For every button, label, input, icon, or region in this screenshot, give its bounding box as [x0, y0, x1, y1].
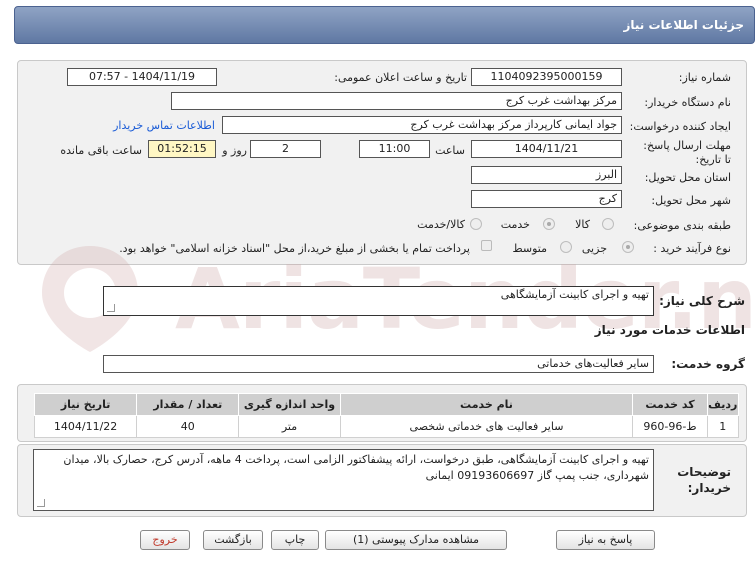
- process-radio-medium[interactable]: [560, 241, 572, 253]
- table-row: 1 ط-96-960 سایر فعالیت های خدماتی شخصی م…: [33, 415, 739, 438]
- cell-quantity: 40: [136, 415, 240, 438]
- province-label: استان محل تحویل:: [644, 171, 731, 184]
- process-option-medium: متوسط: [512, 242, 547, 255]
- cell-service-code: ط-96-960: [632, 415, 708, 438]
- col-unit: واحد اندازه گیری: [238, 393, 341, 416]
- page-header: جزئیات اطلاعات نیاز: [14, 6, 755, 44]
- summary-resize-handle[interactable]: [107, 304, 115, 312]
- col-quantity: تعداد / مقدار: [136, 393, 240, 416]
- services-table: ردیف کد خدمت نام خدمت واحد اندازه گیری ت…: [33, 393, 739, 438]
- category-option-service: خدمت: [500, 218, 530, 231]
- category-radio-goods[interactable]: [602, 218, 614, 230]
- creator-label: ایجاد کننده درخواست:: [629, 120, 731, 133]
- col-need-date: تاریخ نیاز: [33, 393, 138, 416]
- reply-button[interactable]: پاسخ به نیاز: [556, 530, 655, 550]
- process-label: نوع فرآیند خرید :: [653, 242, 731, 255]
- buyer-org-field: مرکز بهداشت غرب کرج: [171, 92, 622, 110]
- deadline-date-field: 1404/11/21: [471, 140, 622, 158]
- back-button[interactable]: بازگشت: [203, 530, 263, 550]
- deadline-time-label: ساعت: [435, 144, 465, 157]
- remaining-time-field: 01:52:15: [148, 140, 216, 158]
- cell-need-date: 1404/11/22: [33, 415, 138, 438]
- need-number-label: شماره نیاز:: [678, 71, 731, 84]
- days-label: روز و: [222, 144, 247, 157]
- category-radio-goods-service[interactable]: [470, 218, 482, 230]
- deadline-label: مهلت ارسال پاسخ: تا تاریخ:: [643, 139, 731, 166]
- announce-field: 1404/11/19 - 07:57: [67, 68, 217, 86]
- category-radio-service[interactable]: [543, 218, 555, 230]
- col-service-name: نام خدمت: [339, 393, 634, 416]
- contact-info-link[interactable]: اطلاعات تماس خریدار: [113, 119, 215, 132]
- category-option-goods: کالا: [575, 218, 590, 231]
- remaining-label: ساعت باقی مانده: [60, 144, 142, 157]
- province-field: البرز: [471, 166, 622, 184]
- city-label: شهر محل تحویل:: [651, 194, 731, 207]
- buyer-notes-field: تهیه و اجرای کابینت آزمایشگاهی، طبق درخو…: [33, 449, 654, 511]
- summary-label: شرح کلی نیاز:: [659, 294, 745, 308]
- days-field: 2: [250, 140, 321, 158]
- cell-row-number: 1: [706, 415, 739, 438]
- exit-button[interactable]: خروج: [140, 530, 190, 550]
- view-attachments-button[interactable]: مشاهده مدارک پیوستی (1): [325, 530, 507, 550]
- process-radio-minor[interactable]: [622, 241, 634, 253]
- category-option-goods-service: کالا/خدمت: [417, 218, 465, 231]
- city-field: کرج: [471, 190, 622, 208]
- summary-text: تهیه و اجرای کابینت آزمایشگاهی: [500, 288, 649, 301]
- cell-service-name: سایر فعالیت های خدماتی شخصی: [339, 415, 634, 438]
- services-section-title: اطلاعات خدمات مورد نیاز: [594, 323, 745, 337]
- category-label: طبقه بندی موضوعی:: [633, 219, 731, 232]
- buyer-notes-label: توضیحات خریدار:: [677, 465, 731, 495]
- need-number-field: 1104092395000159: [471, 68, 622, 86]
- service-group-field: سایر فعالیت‌های خدماتی: [103, 355, 654, 373]
- deadline-time-field: 11:00: [359, 140, 430, 158]
- buyer-org-label: نام دستگاه خریدار:: [644, 96, 731, 109]
- payment-note: پرداخت تمام یا بخشی از مبلغ خرید،از محل …: [119, 242, 470, 255]
- announce-label: تاریخ و ساعت اعلان عمومی:: [334, 71, 467, 84]
- cell-unit: متر: [238, 415, 341, 438]
- buyer-notes-text: تهیه و اجرای کابینت آزمایشگاهی، طبق درخو…: [63, 453, 649, 482]
- details-panel: [17, 60, 747, 265]
- col-row-number: ردیف: [706, 393, 739, 416]
- table-header-row: ردیف کد خدمت نام خدمت واحد اندازه گیری ت…: [33, 393, 739, 416]
- payment-checkbox[interactable]: [481, 240, 492, 251]
- service-group-label: گروه خدمت:: [671, 357, 745, 371]
- notes-resize-handle[interactable]: [37, 499, 45, 507]
- summary-field: تهیه و اجرای کابینت آزمایشگاهی: [103, 286, 654, 316]
- creator-field: جواد ایمانی کارپرداز مرکز بهداشت غرب کرج: [222, 116, 622, 134]
- print-button[interactable]: چاپ: [271, 530, 319, 550]
- page-title: جزئیات اطلاعات نیاز: [623, 18, 744, 32]
- col-service-code: کد خدمت: [632, 393, 708, 416]
- process-option-minor: جزیی: [581, 242, 607, 255]
